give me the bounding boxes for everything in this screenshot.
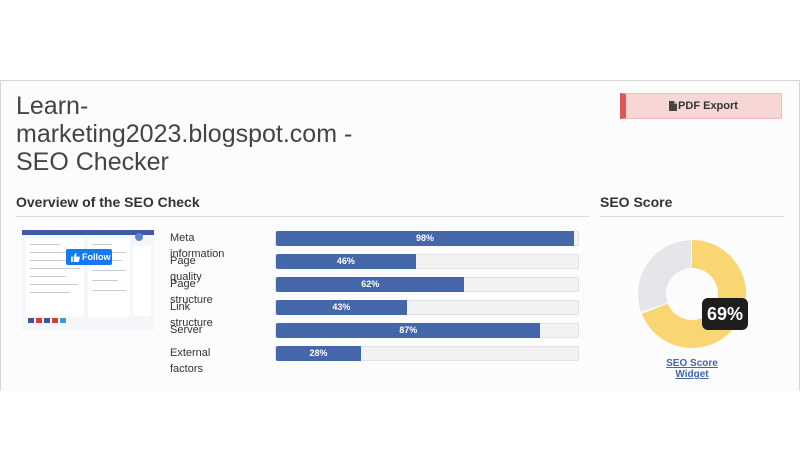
pdf-icon xyxy=(669,101,678,111)
pdf-export-label: PDF Export xyxy=(678,100,738,112)
page-title-line-1: Learn- xyxy=(16,92,89,120)
metric-progress-track: 87% xyxy=(275,323,579,338)
seo-score-donut xyxy=(638,240,746,348)
page-title-line-2: marketing2023.blogspot.com - xyxy=(16,120,353,148)
page-title-line-3: SEO Checker xyxy=(16,148,169,176)
metric-label: Server xyxy=(170,324,203,336)
thumbs-up-icon xyxy=(71,252,80,262)
page-title: Learn- marketing2023.blogspot.com - SEO … xyxy=(16,92,386,176)
metric-progress-fill: 62% xyxy=(276,277,465,292)
metric-progress-track: 98% xyxy=(275,231,579,246)
metric-label: Page structure xyxy=(170,278,213,306)
metric-progress-track: 43% xyxy=(275,300,579,315)
metric-progress-fill: 87% xyxy=(276,323,541,338)
overview-divider xyxy=(16,216,589,217)
follow-label: Follow xyxy=(82,252,111,262)
seo-score-title: SEO Score xyxy=(600,194,673,210)
facebook-follow-button[interactable]: Follow xyxy=(66,249,112,265)
metric-progress-fill: 43% xyxy=(276,300,407,315)
seo-score-widget-link[interactable]: SEO Score Widget xyxy=(650,358,734,380)
metric-progress-track: 46% xyxy=(275,254,579,269)
metric-progress-fill: 98% xyxy=(276,231,574,246)
website-screenshot-thumbnail xyxy=(22,230,154,330)
seo-score-gauge xyxy=(636,238,748,355)
metric-progress-track: 28% xyxy=(275,346,579,361)
metric-label: Meta information xyxy=(170,232,225,260)
metric-label: External factors xyxy=(170,347,211,375)
score-empty-arc xyxy=(638,240,692,312)
metric-progress-fill: 46% xyxy=(276,254,416,269)
metric-label: Page quality xyxy=(170,255,202,283)
pdf-export-button[interactable]: PDF Export xyxy=(620,93,782,119)
score-divider xyxy=(600,216,784,217)
site-logo-icon xyxy=(135,233,143,241)
seo-score-value: 69% xyxy=(702,298,748,330)
metric-progress-track: 62% xyxy=(275,277,579,292)
overview-title: Overview of the SEO Check xyxy=(16,194,200,210)
metric-label: Link structure xyxy=(170,301,213,329)
metric-progress-fill: 28% xyxy=(276,346,362,361)
